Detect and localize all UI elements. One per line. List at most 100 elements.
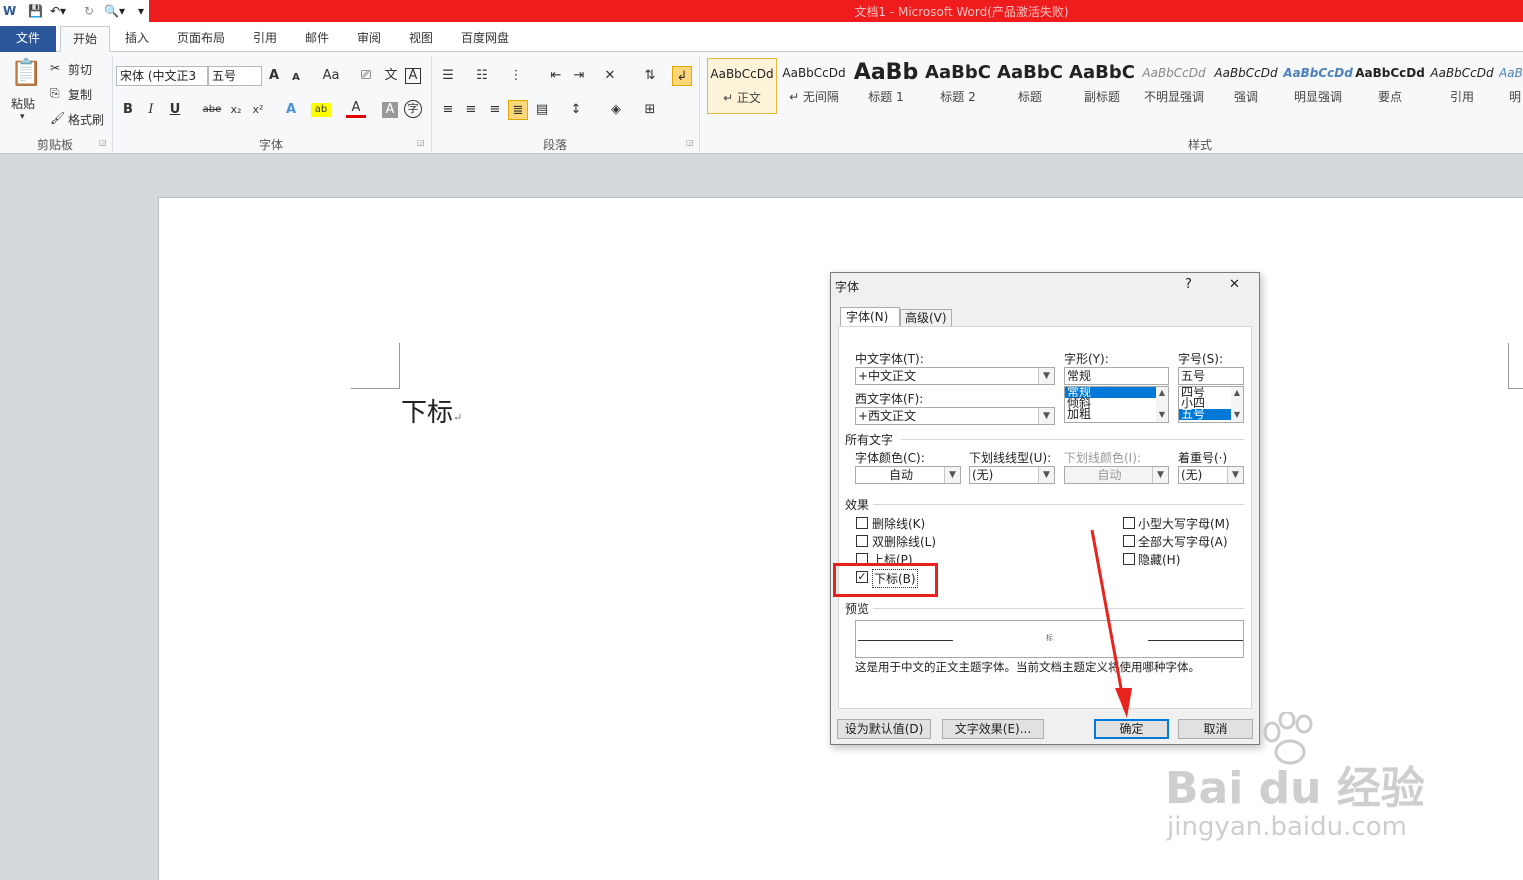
align-center-icon[interactable]: ≡ (461, 100, 481, 120)
style-input[interactable]: 常规 (1064, 367, 1169, 385)
phonetic-guide-icon[interactable]: 文 (381, 66, 401, 86)
increase-indent-icon[interactable]: ⇥ (569, 66, 589, 86)
numbering-icon[interactable]: ☷ (472, 66, 492, 86)
clear-format-icon[interactable]: ⎚ (356, 66, 376, 86)
sort-icon[interactable]: ⇅ (640, 66, 660, 86)
tab-home[interactable]: 开始 (60, 26, 110, 52)
copy-button[interactable]: 复制 (68, 86, 92, 103)
chevron-down-icon[interactable]: ▼ (1038, 368, 1054, 384)
chinese-layout-icon[interactable]: ✕ (600, 66, 620, 86)
tab-review[interactable]: 审阅 (347, 26, 391, 52)
clipboard-launcher-icon[interactable]: ◲ (99, 138, 107, 147)
style-quote[interactable]: AaBbCcDd 引用 (1427, 58, 1497, 114)
strikethrough-checkbox[interactable] (856, 517, 868, 529)
font-size-combo[interactable]: 五号 (208, 66, 262, 86)
font-name-combo[interactable]: 宋体 (中文正3 (116, 66, 208, 86)
tab-advanced[interactable]: 高级(V) (900, 309, 952, 327)
grow-font-icon[interactable]: A (264, 66, 284, 86)
tab-insert[interactable]: 插入 (115, 26, 159, 52)
tab-mailings[interactable]: 邮件 (295, 26, 339, 52)
emphasis-select[interactable]: (无) ▼ (1178, 466, 1244, 484)
distributed-icon[interactable]: ▤ (532, 100, 552, 120)
double-strikethrough-label[interactable]: 双删除线(L) (872, 533, 936, 550)
shading-icon[interactable]: ◈ (606, 100, 626, 120)
superscript-button[interactable]: x² (248, 100, 268, 120)
font-launcher-icon[interactable]: ◲ (417, 138, 425, 147)
italic-button[interactable]: I (141, 100, 161, 120)
tab-baidu-netdisk[interactable]: 百度网盘 (452, 26, 518, 52)
style-subtitle[interactable]: AaBbC 副标题 (1067, 58, 1137, 114)
strikethrough-label[interactable]: 删除线(K) (872, 515, 925, 532)
style-strong[interactable]: AaBbCcDd 要点 (1355, 58, 1425, 114)
char-border-icon[interactable]: A (405, 68, 421, 84)
size-listbox[interactable]: 四号 小四 五号 ▲ ▼ (1178, 386, 1244, 423)
align-right-icon[interactable]: ≡ (485, 100, 505, 120)
hidden-label[interactable]: 隐藏(H) (1138, 551, 1180, 568)
cut-button[interactable]: 剪切 (68, 61, 92, 78)
style-heading-1[interactable]: AaBb 标题 1 (851, 58, 921, 114)
list-item[interactable]: 加粗 (1065, 408, 1168, 420)
shrink-font-icon[interactable]: A (286, 68, 306, 88)
strikethrough-button[interactable]: abe (200, 100, 224, 120)
tab-font[interactable]: 字体(N) (840, 307, 900, 327)
chevron-down-icon[interactable]: ▼ (1038, 408, 1054, 424)
align-left-icon[interactable]: ≡ (438, 100, 458, 120)
scrollbar[interactable]: ▲ ▼ (1231, 387, 1243, 422)
tab-view[interactable]: 视图 (399, 26, 443, 52)
chevron-down-icon[interactable]: ▼ (944, 467, 960, 483)
multilevel-list-icon[interactable]: ⋮ (506, 66, 526, 86)
style-no-spacing[interactable]: AaBbCcDd ↵ 无间隔 (779, 58, 849, 114)
line-spacing-icon[interactable]: ↕ (566, 100, 586, 120)
document-body-text[interactable]: 下标↵ (401, 392, 462, 429)
format-painter-button[interactable]: 格式刷 (68, 111, 104, 128)
chevron-down-icon[interactable]: ▼ (1227, 467, 1243, 483)
help-icon[interactable]: ? (1185, 277, 1192, 292)
highlight-icon[interactable]: ab (311, 103, 331, 117)
show-marks-icon[interactable]: ↲ (672, 66, 692, 86)
justify-icon[interactable]: ≣ (508, 100, 528, 120)
style-intense-emphasis[interactable]: AaBbCcDd 明显强调 (1283, 58, 1353, 114)
copy-icon[interactable]: ⎘ (50, 86, 60, 101)
font-color-select[interactable]: 自动 ▼ (855, 466, 961, 484)
all-caps-label[interactable]: 全部大写字母(A) (1138, 533, 1228, 550)
tab-page-layout[interactable]: 页面布局 (168, 26, 234, 52)
text-effects-button[interactable]: 文字效果(E)... (942, 719, 1044, 739)
borders-icon[interactable]: ⊞ (640, 100, 660, 120)
style-emphasis[interactable]: AaBbCcDd 强调 (1211, 58, 1281, 114)
char-shading-button[interactable]: A (382, 102, 398, 118)
style-intense-quote[interactable]: AaB 明 (1499, 58, 1523, 114)
cut-icon[interactable]: ✂ (50, 61, 60, 75)
text-effects-icon[interactable]: A (281, 100, 301, 120)
set-default-button[interactable]: 设为默认值(D) (837, 719, 931, 739)
style-listbox[interactable]: 常规 倾斜 加粗 ▲ ▼ (1064, 386, 1169, 423)
size-input[interactable]: 五号 (1178, 367, 1244, 385)
style-title[interactable]: AaBbC 标题 (995, 58, 1065, 114)
underline-button[interactable]: U (165, 100, 185, 120)
paste-icon[interactable]: 📋 (10, 58, 42, 88)
change-case-icon[interactable]: Aa (318, 66, 344, 86)
scrollbar[interactable]: ▲ ▼ (1156, 387, 1168, 422)
close-icon[interactable]: ✕ (1229, 277, 1240, 292)
small-caps-label[interactable]: 小型大写字母(M) (1138, 515, 1230, 532)
style-heading-2[interactable]: AaBbC 标题 2 (923, 58, 993, 114)
paste-dropdown-icon[interactable]: ▾ (20, 112, 25, 122)
ok-button[interactable]: 确定 (1094, 719, 1169, 739)
bold-button[interactable]: B (118, 100, 138, 120)
enclose-char-button[interactable]: 字 (404, 100, 422, 118)
style-subtle-emphasis[interactable]: AaBbCcDd 不明显强调 (1139, 58, 1209, 114)
style-normal[interactable]: AaBbCcDd ↵ 正文 (707, 58, 777, 114)
font-color-button[interactable]: A (346, 100, 366, 118)
double-strikethrough-checkbox[interactable] (856, 535, 868, 547)
cn-font-select[interactable]: +中文正文 ▼ (855, 367, 1055, 385)
list-item[interactable]: 五号 (1179, 408, 1231, 420)
bullets-icon[interactable]: ☰ (438, 66, 458, 86)
paragraph-launcher-icon[interactable]: ◲ (686, 138, 694, 147)
subscript-button[interactable]: x₂ (226, 100, 246, 120)
tab-file[interactable]: 文件 (0, 26, 56, 52)
decrease-indent-icon[interactable]: ⇤ (546, 66, 566, 86)
west-font-select[interactable]: +西文正文 ▼ (855, 407, 1055, 425)
paste-button[interactable]: 粘贴 (11, 95, 35, 112)
tab-references[interactable]: 引用 (243, 26, 287, 52)
format-painter-icon[interactable]: 🖌 (50, 111, 65, 125)
underline-style-select[interactable]: (无) ▼ (969, 466, 1055, 484)
